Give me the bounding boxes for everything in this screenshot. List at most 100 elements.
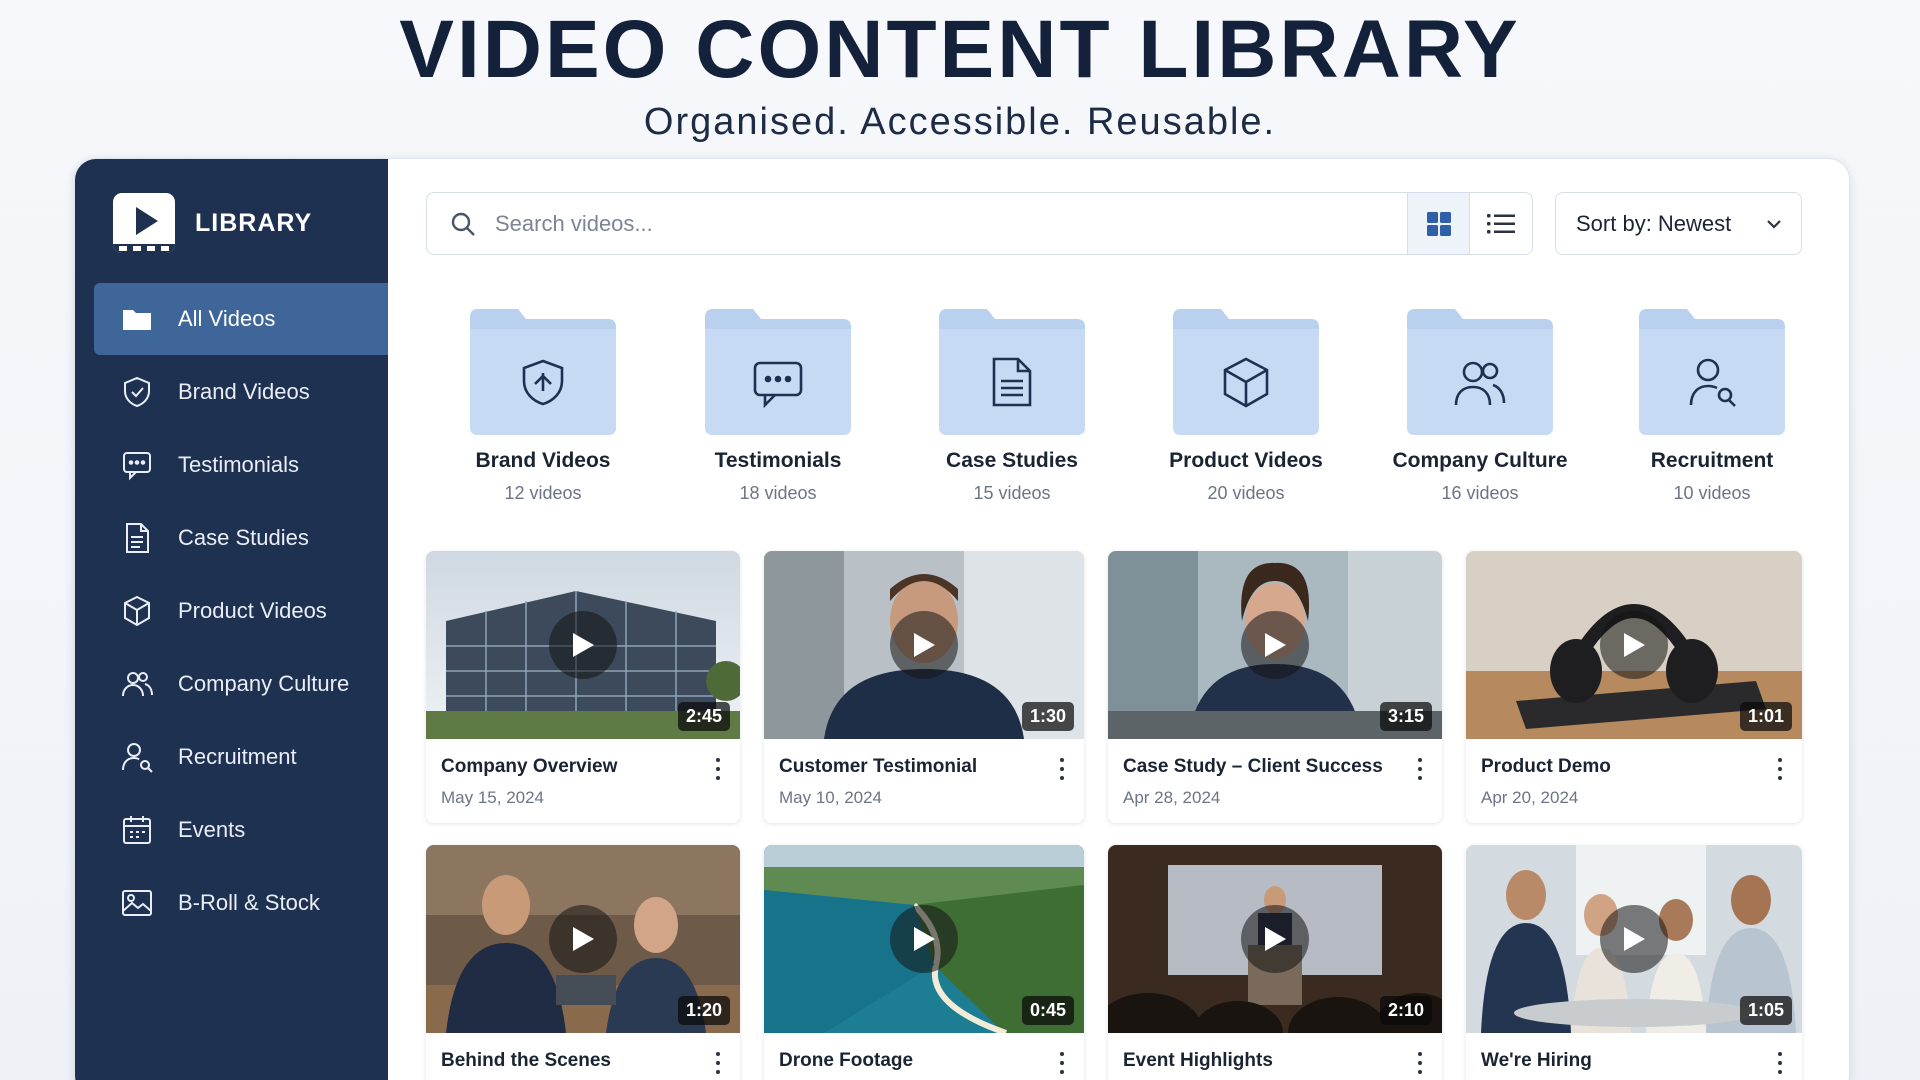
video-thumbnail[interactable]: 1:30	[764, 551, 1084, 739]
folder-case-studies[interactable]: Case Studies 15 videos	[922, 309, 1102, 504]
video-thumbnail[interactable]: 2:45	[426, 551, 740, 739]
list-icon	[1487, 213, 1515, 233]
library-app-window: LIBRARY All Videos Brand Videos Testimon…	[74, 158, 1850, 1080]
folder-shape	[1173, 309, 1319, 435]
person-search-icon	[119, 739, 155, 775]
folder-grid: Brand Videos 12 videos Testimonials 18 v…	[426, 309, 1802, 509]
play-icon[interactable]	[890, 611, 958, 679]
sidebar-item-label: Recruitment	[178, 744, 297, 769]
more-options-icon[interactable]	[708, 756, 728, 782]
folder-name: Company Culture	[1392, 449, 1568, 472]
folder-testimonials[interactable]: Testimonials 18 videos	[688, 309, 868, 504]
more-options-icon[interactable]	[1052, 1050, 1072, 1076]
sidebar-item-case-studies[interactable]: Case Studies	[94, 502, 388, 574]
folder-name: Brand Videos	[475, 449, 611, 472]
more-options-icon[interactable]	[1410, 756, 1430, 782]
video-title[interactable]: We're Hiring	[1481, 1050, 1592, 1072]
main-content: Sort by: Newest Brand Videos 12 videos	[388, 159, 1849, 1080]
video-duration: 1:05	[1739, 996, 1792, 1025]
folder-recruitment[interactable]: Recruitment 10 videos	[1622, 309, 1802, 504]
video-title[interactable]: Behind the Scenes	[441, 1050, 611, 1072]
play-icon[interactable]	[1241, 611, 1309, 679]
folder-count: 10 videos	[1673, 483, 1751, 503]
search-bar	[426, 192, 1533, 255]
video-card[interactable]: 1:05 We're Hiring	[1466, 845, 1802, 1080]
page-header: VIDEO CONTENT LIBRARY Organised. Accessi…	[0, 0, 1920, 144]
sidebar-item-label: Company Culture	[178, 671, 350, 696]
sidebar-item-brand-videos[interactable]: Brand Videos	[94, 356, 388, 428]
more-options-icon[interactable]	[1770, 1050, 1790, 1076]
people-icon	[119, 666, 155, 702]
play-icon[interactable]	[1241, 905, 1309, 973]
folder-count: 18 videos	[739, 483, 817, 503]
folder-icon	[119, 301, 155, 337]
video-date: May 10, 2024	[779, 788, 883, 807]
more-options-icon[interactable]	[1410, 1050, 1430, 1076]
folder-name: Product Videos	[1169, 449, 1323, 472]
video-card[interactable]: 0:45 Drone Footage	[764, 845, 1084, 1080]
play-icon[interactable]	[549, 905, 617, 973]
sidebar-item-label: All Videos	[178, 306, 276, 331]
sidebar-item-label: B-Roll & Stock	[178, 890, 320, 915]
video-card[interactable]: 1:01 Product Demo Apr 20, 2024	[1466, 551, 1802, 823]
grid-view-button[interactable]	[1408, 193, 1470, 254]
video-thumbnail[interactable]: 1:01	[1466, 551, 1802, 739]
video-card[interactable]: 2:10 Event Highlights	[1108, 845, 1442, 1080]
sidebar-item-all-videos[interactable]: All Videos	[94, 283, 388, 355]
folder-count: 16 videos	[1441, 483, 1519, 503]
sidebar-item-recruitment[interactable]: Recruitment	[94, 721, 388, 793]
more-options-icon[interactable]	[1052, 756, 1072, 782]
video-thumbnail[interactable]: 1:05	[1466, 845, 1802, 1033]
video-title[interactable]: Event Highlights	[1123, 1050, 1273, 1072]
sort-dropdown[interactable]: Sort by: Newest	[1555, 192, 1802, 255]
video-thumbnail[interactable]: 3:15	[1108, 551, 1442, 739]
sort-label: Sort by: Newest	[1576, 210, 1732, 236]
chevron-down-icon	[1767, 220, 1781, 229]
play-icon[interactable]	[1600, 905, 1668, 973]
chat-icon	[119, 447, 155, 483]
play-icon[interactable]	[1600, 611, 1668, 679]
sidebar-item-label: Case Studies	[178, 525, 309, 550]
more-options-icon[interactable]	[1770, 756, 1790, 782]
video-duration: 2:45	[677, 702, 730, 731]
video-title[interactable]: Case Study – Client Success	[1123, 756, 1383, 778]
folder-name: Recruitment	[1650, 449, 1774, 472]
folder-company-culture[interactable]: Company Culture 16 videos	[1390, 309, 1570, 504]
video-thumbnail[interactable]: 0:45	[764, 845, 1084, 1033]
folder-count: 12 videos	[504, 483, 582, 503]
video-date: Apr 20, 2024	[1481, 788, 1579, 807]
document-icon	[119, 520, 155, 556]
more-options-icon[interactable]	[708, 1050, 728, 1076]
brand[interactable]: LIBRARY	[113, 193, 312, 253]
folder-brand-videos[interactable]: Brand Videos 12 videos	[453, 309, 633, 504]
folder-name: Testimonials	[714, 449, 842, 472]
folder-shape	[470, 309, 616, 435]
video-thumbnail[interactable]: 2:10	[1108, 845, 1442, 1033]
sidebar-item-company-culture[interactable]: Company Culture	[94, 648, 388, 720]
video-card[interactable]: 3:15 Case Study – Client Success Apr 28,…	[1108, 551, 1442, 823]
search-input[interactable]	[495, 210, 1395, 237]
sidebar-item-testimonials[interactable]: Testimonials	[94, 429, 388, 501]
folder-product-videos[interactable]: Product Videos 20 videos	[1156, 309, 1336, 504]
video-title[interactable]: Company Overview	[441, 756, 617, 778]
sidebar-item-label: Events	[178, 817, 246, 842]
video-date: May 15, 2024	[441, 788, 545, 807]
video-card[interactable]: 2:45 Company Overview May 15, 2024	[426, 551, 740, 823]
grid-icon	[1426, 211, 1451, 236]
sidebar-item-events[interactable]: Events	[94, 794, 388, 866]
image-icon	[119, 885, 155, 921]
play-icon[interactable]	[549, 611, 617, 679]
sidebar-nav: All Videos Brand Videos Testimonials Cas…	[94, 283, 388, 940]
video-title[interactable]: Product Demo	[1481, 756, 1611, 778]
video-card[interactable]: 1:30 Customer Testimonial May 10, 2024	[764, 551, 1084, 823]
sidebar-item-b-roll-stock[interactable]: B-Roll & Stock	[94, 867, 388, 939]
list-view-button[interactable]	[1470, 193, 1532, 254]
play-icon[interactable]	[890, 905, 958, 973]
sidebar-item-product-videos[interactable]: Product Videos	[94, 575, 388, 647]
video-card[interactable]: 1:20 Behind the Scenes	[426, 845, 740, 1080]
sidebar-item-label: Product Videos	[178, 598, 327, 623]
folder-shape	[939, 309, 1085, 435]
video-title[interactable]: Customer Testimonial	[779, 756, 977, 778]
video-thumbnail[interactable]: 1:20	[426, 845, 740, 1033]
video-title[interactable]: Drone Footage	[779, 1050, 913, 1072]
